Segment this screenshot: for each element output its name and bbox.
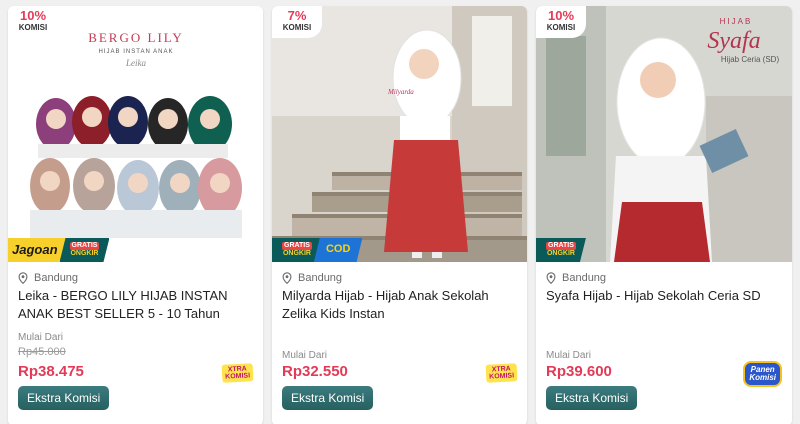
promo-badges: Jagoan GRATIS ONGKIR [8,238,110,262]
xtra-komisi-logo: XTRA KOMISI [221,363,254,383]
product-card[interactable]: HIJAB Syafa Hijab Ceria (SD) 10% KOMISI … [536,6,792,424]
free-shipping-line2: ONGKIR [282,250,311,257]
free-shipping-line1: GRATIS [69,242,100,250]
price-label: Mulai Dari [546,350,592,361]
commission-badge: 10% KOMISI [8,6,58,38]
free-shipping-badge: GRATIS ONGKIR [59,238,110,262]
panen-komisi-logo: Panen Komisi [743,361,782,387]
product-image[interactable]: BERGO LILY HIJAB INSTAN ANAK Leika 10% K… [8,6,263,262]
free-shipping-badge: GRATIS ONGKIR [536,238,586,262]
commission-percent: 10% [547,8,575,23]
logo-line2: KOMISI [489,372,515,381]
image-brand-text: Syafa [707,28,760,54]
free-shipping-line2: ONGKIR [70,250,99,257]
logo-line2: KOMISI [225,372,251,381]
product-price: Rp38.475 [18,363,84,380]
promo-badges: GRATIS ONGKIR COD [272,238,363,262]
product-image[interactable]: Milyarda 7% KOMISI GRATIS ONGKIR COD [272,6,527,262]
product-price: Rp32.550 [282,363,348,380]
location-pin-icon [18,272,28,284]
image-sign-text: Leika [125,58,146,68]
jagoan-badge: Jagoan [8,238,68,262]
image-brand-small-text: HIJAB [720,17,753,26]
ekstra-komisi-button[interactable]: Ekstra Komisi [282,386,374,410]
free-shipping-line1: GRATIS [546,242,576,250]
product-title[interactable]: Leika - BERGO LILY HIJAB INSTAN ANAK BES… [18,287,256,323]
image-brand-text: BERGO LILY [88,30,184,45]
product-price: Rp39.600 [546,363,612,380]
product-card[interactable]: Milyarda 7% KOMISI GRATIS ONGKIR COD Ban… [272,6,527,424]
ekstra-komisi-button[interactable]: Ekstra Komisi [18,386,110,410]
cod-badge: COD [313,238,363,262]
image-caption-text: Hijab Ceria (SD) [721,55,780,64]
location: Bandung [18,272,78,284]
location-text: Bandung [298,272,343,284]
original-price: Rp45.000 [18,346,66,358]
location-text: Bandung [34,272,79,284]
commission-badge: 10% KOMISI [536,6,586,38]
commission-label: KOMISI [282,23,312,32]
price-label: Mulai Dari [18,332,64,343]
commission-percent: 10% [19,8,47,23]
xtra-komisi-logo: XTRA KOMISI [485,363,518,383]
commission-label: KOMISI [18,23,48,32]
location: Bandung [546,272,606,284]
image-tagline-text: HIJAB INSTAN ANAK [99,49,174,55]
product-title[interactable]: Syafa Hijab - Hijab Sekolah Ceria SD [546,287,784,305]
free-shipping-badge: GRATIS ONGKIR [272,238,322,262]
price-label: Mulai Dari [282,350,328,361]
commission-badge: 7% KOMISI [272,6,322,38]
free-shipping-line2: ONGKIR [546,250,575,257]
product-title[interactable]: Milyarda Hijab - Hijab Anak Sekolah Zeli… [282,287,520,323]
product-grid: BERGO LILY HIJAB INSTAN ANAK Leika 10% K… [8,6,800,424]
product-card[interactable]: BERGO LILY HIJAB INSTAN ANAK Leika 10% K… [8,6,263,424]
location-pin-icon [282,272,292,284]
promo-badges: GRATIS ONGKIR [536,238,586,262]
location: Bandung [282,272,342,284]
location-text: Bandung [562,272,607,284]
commission-percent: 7% [287,8,307,23]
logo-line2: Komisi [749,373,776,382]
commission-label: KOMISI [546,23,576,32]
free-shipping-line1: GRATIS [282,242,312,250]
image-brand-text: Milyarda [387,88,414,96]
product-image[interactable]: HIJAB Syafa Hijab Ceria (SD) 10% KOMISI … [536,6,792,262]
ekstra-komisi-button[interactable]: Ekstra Komisi [546,386,638,410]
location-pin-icon [546,272,556,284]
